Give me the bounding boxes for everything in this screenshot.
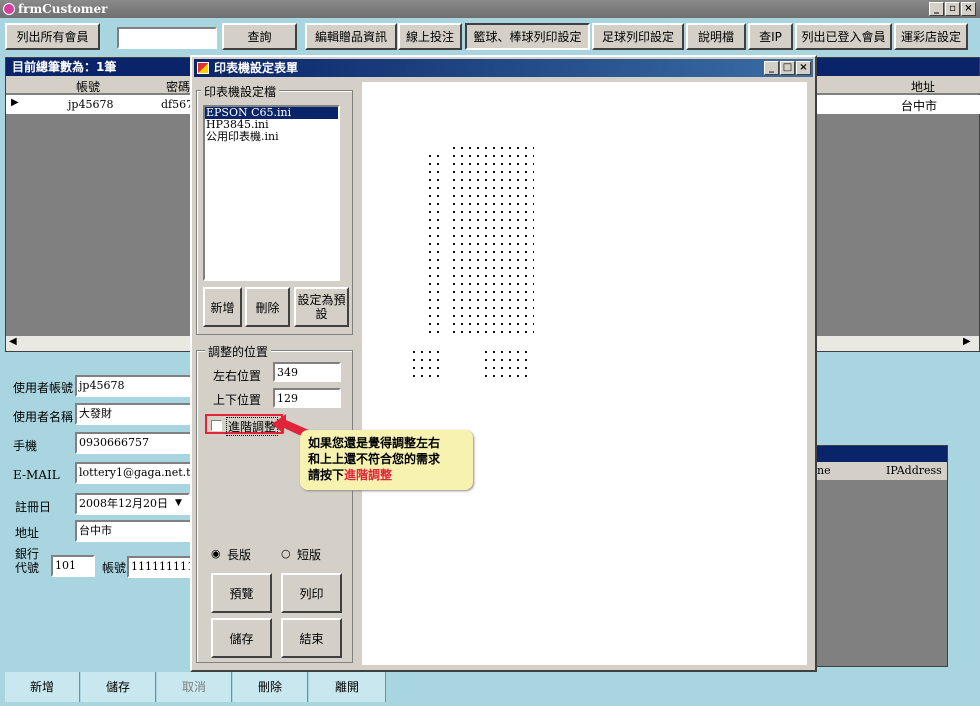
list-logged-members-button[interactable]: 列出已登入會員: [795, 23, 892, 50]
list-item[interactable]: 公用印表機.ini: [205, 131, 338, 143]
cell-account[interactable]: jp45678: [68, 98, 113, 111]
check-ip-button[interactable]: 查IP: [748, 23, 793, 50]
col-name[interactable]: ne: [817, 464, 831, 477]
print-preview-panel: [362, 82, 807, 665]
address-label: 地址: [15, 526, 40, 540]
restore-button[interactable]: ▫: [945, 2, 960, 16]
search-input[interactable]: [117, 27, 217, 49]
account-no-field[interactable]: 1111111111: [127, 556, 195, 578]
row-pointer-icon: ▶: [11, 97, 19, 108]
leave-button[interactable]: 離開: [309, 672, 386, 702]
dialog-maximize-button[interactable]: □: [780, 61, 795, 75]
tip-callout: 如果您還是覺得調整左右 和上上還不符合您的需求 請按下進階調整: [300, 430, 473, 490]
register-date-field[interactable]: 2008年12月20日: [75, 493, 190, 515]
window-title: frmCustomer: [18, 2, 108, 16]
bank-code-label: 銀行代號: [15, 547, 40, 575]
dialog-save-button[interactable]: 儲存: [211, 618, 272, 658]
lottery-settings-button[interactable]: 運彩店設定: [894, 23, 968, 50]
date-dropdown-icon[interactable]: ▼: [175, 498, 182, 508]
cancel-button[interactable]: 取消: [157, 672, 232, 702]
printer-file-list[interactable]: EPSON C65.ini HP3845.ini 公用印表機.ini: [203, 105, 340, 281]
user-account-field[interactable]: jp45678: [75, 375, 195, 397]
end-button[interactable]: 結束: [281, 618, 342, 658]
phone-label: 手機: [13, 439, 38, 453]
user-account-label: 使用者帳號: [13, 381, 74, 395]
preview-dots-right: [482, 348, 530, 378]
register-date-label: 註冊日: [15, 500, 52, 514]
dialog-app-icon: [197, 62, 209, 74]
phone-field[interactable]: 0930666757: [75, 432, 195, 454]
callout-line-2: 和上上還不符合您的需求: [308, 452, 441, 466]
printer-settings-dialog: 印表機設定表單 _ □ × 印表機設定檔 EPSON C65.ini HP384…: [190, 55, 817, 672]
printer-file-group: 印表機設定檔 EPSON C65.ini HP3845.ini 公用印表機.in…: [196, 83, 353, 335]
callout-highlight: 進階調整: [344, 468, 393, 482]
dialog-titlebar: 印表機設定表單 _ □ ×: [194, 59, 813, 77]
logged-members-grid: ne IPAddress: [815, 445, 948, 667]
long-radio-label[interactable]: 長版: [227, 546, 251, 563]
preview-button[interactable]: 預覽: [211, 573, 272, 613]
short-radio-icon[interactable]: ○: [281, 547, 291, 560]
user-name-field[interactable]: 大發財: [75, 403, 195, 425]
email-field[interactable]: lottery1@gaga.net.tw: [75, 462, 195, 484]
position-group: 調整的位置 左右位置 349 上下位置 129 進階調整 ◉ 長版 ○ 短版 預…: [196, 343, 353, 663]
callout-line-3: 請按下: [308, 468, 345, 482]
col-ipaddress[interactable]: IPAddress: [886, 464, 942, 477]
manual-button[interactable]: 說明檔: [686, 23, 746, 50]
query-button[interactable]: 查詢: [222, 23, 297, 50]
preview-dots-column: [426, 152, 442, 338]
delete-button[interactable]: 刪除: [233, 672, 308, 702]
soccer-print-button[interactable]: 足球列印設定: [592, 23, 684, 50]
preview-dots-left: [410, 348, 442, 378]
window-titlebar: frmCustomer _ ▫ ×: [0, 0, 980, 18]
scroll-left-icon[interactable]: ◀: [9, 336, 17, 347]
left-right-field[interactable]: 349: [273, 362, 341, 382]
print-button[interactable]: 列印: [281, 573, 342, 613]
dialog-title: 印表機設定表單: [214, 61, 299, 75]
up-down-label: 上下位置: [213, 393, 262, 407]
scroll-right-icon[interactable]: ▶: [963, 336, 971, 347]
address-field[interactable]: 台中市: [75, 520, 195, 542]
callout-line-1: 如果您還是覺得調整左右: [308, 436, 441, 450]
printer-delete-button[interactable]: 刪除: [245, 287, 290, 327]
col-account[interactable]: 帳號: [76, 78, 100, 95]
user-name-label: 使用者名稱: [13, 410, 74, 424]
printer-add-button[interactable]: 新增: [203, 287, 242, 327]
short-radio-label[interactable]: 短版: [297, 546, 321, 563]
add-button[interactable]: 新增: [5, 672, 80, 702]
email-label: E-MAIL: [13, 468, 60, 482]
minimize-button[interactable]: _: [929, 2, 944, 16]
save-button[interactable]: 儲存: [81, 672, 156, 702]
edit-gift-button[interactable]: 編輯贈品資訊: [305, 23, 397, 50]
set-default-button[interactable]: 設定為預設: [294, 287, 349, 327]
close-button[interactable]: ×: [961, 2, 976, 16]
account-no-label: 帳號: [102, 561, 127, 575]
dialog-minimize-button[interactable]: _: [764, 61, 779, 75]
cell-address[interactable]: 台中市: [901, 97, 937, 114]
printer-file-group-title: 印表機設定檔: [201, 83, 280, 100]
list-all-members-button[interactable]: 列出所有會員: [5, 23, 100, 50]
up-down-field[interactable]: 129: [273, 388, 341, 408]
online-bet-button[interactable]: 線上投注: [398, 23, 462, 50]
left-right-label: 左右位置: [213, 369, 262, 383]
col-address[interactable]: 地址: [911, 78, 935, 95]
preview-dots-block: [450, 144, 534, 338]
app-icon: [3, 3, 15, 15]
dialog-close-button[interactable]: ×: [796, 61, 811, 75]
position-group-title: 調整的位置: [205, 343, 272, 360]
bank-code-field[interactable]: 101: [51, 555, 95, 577]
long-radio-icon[interactable]: ◉: [211, 547, 221, 560]
advanced-checkbox[interactable]: [211, 420, 222, 431]
basketball-print-button[interactable]: 籃球、棒球列印設定: [465, 23, 590, 50]
col-password[interactable]: 密碼: [166, 78, 190, 95]
